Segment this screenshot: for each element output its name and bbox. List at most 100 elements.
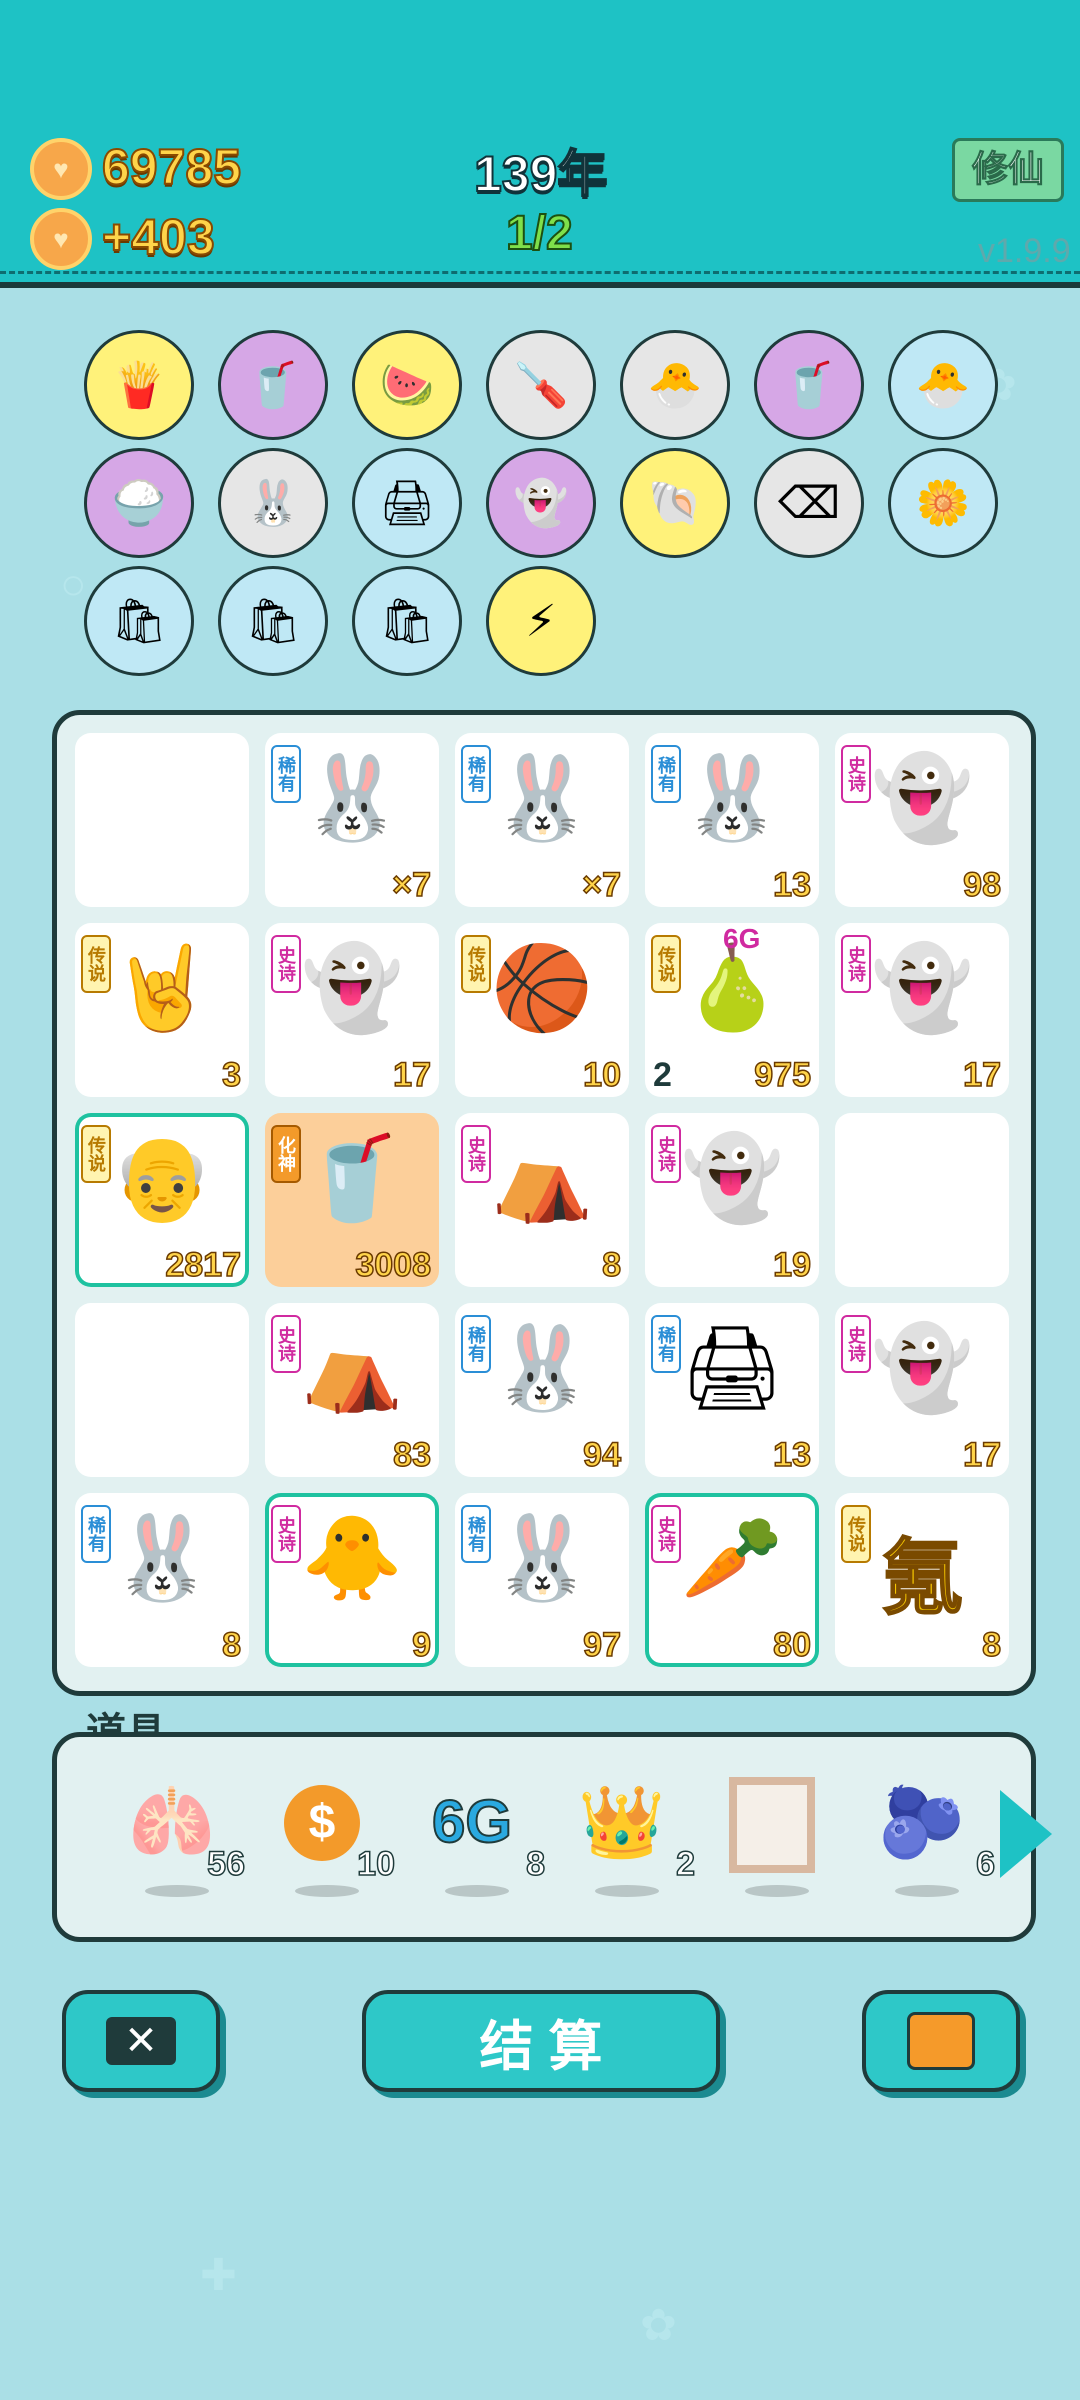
- rabbit-icon[interactable]: 🐰: [218, 448, 328, 558]
- board-cell[interactable]: 稀有 🐰 94: [455, 1303, 629, 1477]
- fruit-plate-icon[interactable]: 🍉: [352, 330, 462, 440]
- crown-icon[interactable]: 👑 2: [567, 1777, 696, 1897]
- board-cell[interactable]: 史诗 👻 17: [835, 1303, 1009, 1477]
- fries-icon[interactable]: 🍟: [84, 330, 194, 440]
- coin-income: +403: [101, 208, 216, 266]
- item-count: 19: [772, 1245, 811, 1285]
- ghost-icon[interactable]: 👻: [486, 448, 596, 558]
- settle-button[interactable]: 结 算: [362, 1990, 720, 2092]
- board-cell-empty[interactable]: [75, 1303, 249, 1477]
- item-count: 83: [392, 1435, 431, 1475]
- delete-tag-icon[interactable]: ⌫: [754, 448, 864, 558]
- board-cell[interactable]: 史诗 👻 19: [645, 1113, 819, 1287]
- dollar-coin-icon[interactable]: $10: [267, 1777, 396, 1897]
- bg-deco: ✚: [200, 2251, 237, 2300]
- board-cell[interactable]: 稀有 🐰 13: [645, 733, 819, 907]
- chick-egg-icon[interactable]: 🐣: [888, 330, 998, 440]
- item-count: ×7: [581, 865, 621, 905]
- item-icon: 🐰: [490, 1513, 594, 1604]
- prop-shadow: [745, 1885, 809, 1897]
- board-cell[interactable]: 史诗 ⛺ 8: [455, 1113, 629, 1287]
- cultivation-button[interactable]: 修仙: [952, 138, 1064, 202]
- board-cell[interactable]: 稀有 🖨 13: [645, 1303, 819, 1477]
- board-cell[interactable]: 化神 🥤 3008: [265, 1113, 439, 1287]
- item-count: 2817: [165, 1245, 242, 1285]
- item-count: 17: [962, 1435, 1001, 1475]
- liver-icon[interactable]: 🫁 56: [117, 1777, 246, 1897]
- board-cell[interactable]: 史诗 👻 17: [835, 923, 1009, 1097]
- board-cell-empty[interactable]: [75, 733, 249, 907]
- lightning-icon[interactable]: ⚡: [486, 566, 596, 676]
- prop-shadow: [895, 1885, 959, 1897]
- briefcase-icon: [907, 2012, 975, 2070]
- item-count: 17: [392, 1055, 431, 1095]
- top-bar: ♥ 69785 ♥ +403 139年 1/2 修仙 v1.9.9: [0, 0, 1080, 288]
- board-cell[interactable]: 史诗 🥕 80: [645, 1493, 819, 1667]
- board-cell[interactable]: 稀有 🐰 ×7: [455, 733, 629, 907]
- item-icon: 👻: [870, 943, 974, 1034]
- coin-icon: ♥: [30, 138, 92, 200]
- board-cell[interactable]: 传说 🤘 3: [75, 923, 249, 1097]
- prop-icon: 6G: [431, 1787, 513, 1856]
- item-count: 17: [962, 1055, 1001, 1095]
- item-count: 8: [981, 1625, 1001, 1665]
- item-icon: 🍐: [680, 943, 784, 1034]
- bg-deco: ○: [60, 560, 87, 609]
- board-cell[interactable]: 传说 👴 2817: [75, 1113, 249, 1287]
- item-count: 98: [962, 865, 1001, 905]
- board-cell[interactable]: 稀有 🐰 97: [455, 1493, 629, 1667]
- prop-icon: [729, 1777, 815, 1873]
- printer-icon[interactable]: 🖨: [352, 448, 462, 558]
- shell-icon[interactable]: 🐚: [620, 448, 730, 558]
- screwdriver-icon[interactable]: 🪛: [486, 330, 596, 440]
- item-icon: 🐥: [300, 1513, 404, 1604]
- blueberry-icon[interactable]: 🫐 6: [867, 1777, 996, 1897]
- item-icon: 👻: [870, 753, 974, 844]
- item-count: 10: [582, 1055, 621, 1095]
- item-icon: 🐰: [110, 1513, 214, 1604]
- item-count: 94: [582, 1435, 621, 1475]
- item-icon: 🐰: [490, 753, 594, 844]
- item-icon: 👻: [300, 943, 404, 1034]
- rice-bowl-icon[interactable]: 🍚: [84, 448, 194, 558]
- board-cell[interactable]: 史诗 👻 17: [265, 923, 439, 1097]
- chick-egg-icon[interactable]: 🐣: [620, 330, 730, 440]
- prop-icon: 👑: [578, 1783, 666, 1861]
- trash-bag-icon[interactable]: 🛍: [218, 566, 328, 676]
- item-icon: 👻: [680, 1133, 784, 1224]
- board-cell[interactable]: 史诗 👻 98: [835, 733, 1009, 907]
- trash-bag-icon[interactable]: 🛍: [352, 566, 462, 676]
- prop-shadow: [595, 1885, 659, 1897]
- bubble-tea-icon[interactable]: 🥤: [754, 330, 864, 440]
- board-cell-empty[interactable]: [835, 1113, 1009, 1287]
- prop-shadow: [295, 1885, 359, 1897]
- board-cell[interactable]: 稀有 🐰 8: [75, 1493, 249, 1667]
- bag-button[interactable]: [862, 1990, 1020, 2092]
- item-count: ×7: [391, 865, 431, 905]
- delete-button[interactable]: ✕: [62, 1990, 220, 2092]
- item-count: 8: [221, 1625, 241, 1665]
- flower-pot-icon[interactable]: 🌼: [888, 448, 998, 558]
- board-cell[interactable]: 史诗 ⛺ 83: [265, 1303, 439, 1477]
- delete-tag-icon: ✕: [106, 2017, 176, 2065]
- next-arrow-icon[interactable]: [1000, 1790, 1052, 1878]
- item-icon: 氪: [880, 1532, 964, 1625]
- item-icon: ⛺: [490, 1133, 594, 1224]
- stage-progress: 1/2: [505, 206, 574, 261]
- coin-total: 69785: [101, 138, 242, 196]
- trash-bag-icon[interactable]: 🛍: [84, 566, 194, 676]
- board-cell[interactable]: 传说 🏀 10: [455, 923, 629, 1097]
- item-icon: 🥤: [300, 1133, 404, 1224]
- board-cell[interactable]: 史诗 🐥 9: [265, 1493, 439, 1667]
- board-cell[interactable]: 稀有 🐰 ×7: [265, 733, 439, 907]
- bg-deco: ✿: [640, 2301, 677, 2350]
- board-cell[interactable]: 传说 🍐 6G 2 975: [645, 923, 819, 1097]
- board-cell[interactable]: 传说氪 8: [835, 1493, 1009, 1667]
- 6g-icon[interactable]: 6G 8: [417, 1777, 546, 1897]
- prop-count: 8: [525, 1844, 545, 1884]
- bubble-tea-icon[interactable]: 🥤: [218, 330, 328, 440]
- frame-icon[interactable]: [717, 1777, 827, 1897]
- settle-button-label: 结 算: [479, 2016, 603, 2077]
- item-icon: 🐰: [680, 753, 784, 844]
- item-count: 9: [411, 1625, 431, 1665]
